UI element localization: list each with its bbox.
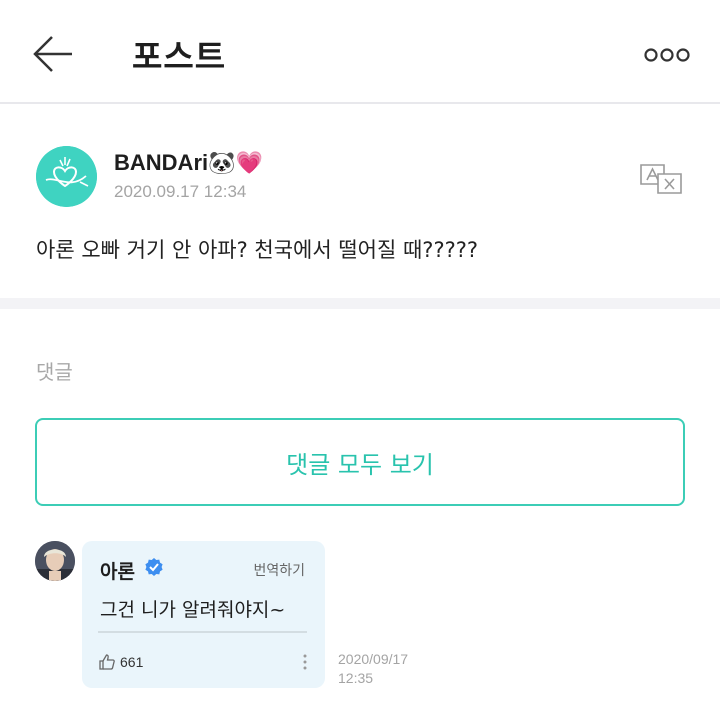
more-vertical-icon [303, 654, 307, 670]
commenter-avatar[interactable] [35, 541, 75, 581]
more-options-button[interactable] [642, 40, 692, 70]
comment-menu-button[interactable] [300, 652, 310, 672]
comment-translate-link[interactable]: 번역하기 [253, 560, 305, 580]
author-avatar[interactable] [36, 146, 97, 207]
post-text: 아론 오빠 거기 안 아파? 천국에서 떨어질 때????? [36, 238, 479, 262]
back-button[interactable] [30, 32, 78, 76]
comment-divider [98, 631, 307, 633]
bandari-logo-icon [36, 146, 97, 207]
like-button[interactable]: 661 [98, 653, 143, 671]
comment-author[interactable]: 아론 [100, 557, 135, 584]
view-all-comments-button[interactable]: 댓글 모두 보기 [35, 418, 685, 506]
post-date: 2020.09.17 12:34 [114, 182, 247, 201]
page-title: 포스트 [132, 37, 227, 76]
section-divider [0, 298, 720, 309]
comment-bubble: 아론 번역하기 그건 니가 알려줘야지~ 661 [82, 541, 325, 688]
translate-button[interactable] [638, 162, 684, 196]
comment-text: 그건 니가 알려줘야지~ [100, 599, 286, 621]
top-app-bar: 포스트 [0, 0, 720, 104]
translate-icon [640, 164, 682, 194]
comments-section-label: 댓글 [36, 360, 73, 384]
comment-date-time: 12:35 [338, 670, 374, 686]
author-name: BANDAri [114, 150, 209, 175]
thumbs-up-icon [99, 654, 115, 670]
more-horizontal-icon [644, 48, 690, 62]
author-emoji: 🐼💗 [208, 150, 263, 175]
arrow-left-icon [33, 36, 72, 72]
verified-badge-icon [145, 558, 163, 576]
post-author[interactable]: BANDAri🐼💗 [114, 150, 263, 176]
comment-date-day: 2020/09/17 [338, 651, 409, 667]
like-count: 661 [120, 654, 144, 670]
avatar-photo-icon [35, 541, 75, 581]
post-card: BANDAri🐼💗 2020.09.17 12:34 아론 오빠 거기 안 아파… [0, 106, 720, 298]
comment-date: 2020/09/17 12:35 [338, 650, 438, 688]
